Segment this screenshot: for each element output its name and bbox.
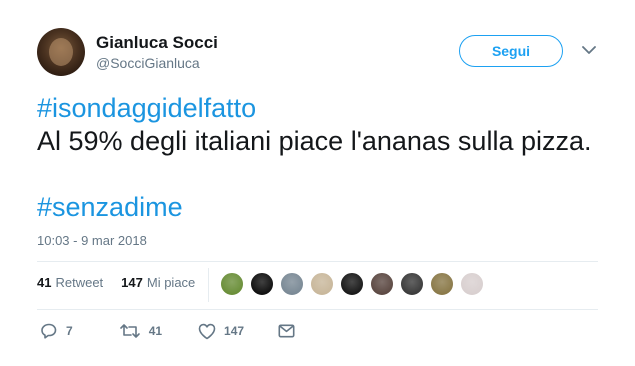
tweet-stats: 41 Retweet 147 Mi piace [37,275,195,290]
likers-list [220,272,484,296]
like-button[interactable]: 147 [198,323,244,340]
chevron-down-icon[interactable] [580,43,598,57]
retweet-icon [119,322,141,340]
user-avatar[interactable] [37,28,85,76]
follow-button[interactable]: Segui [459,35,563,67]
tweet-timestamp[interactable]: 10:03 - 9 mar 2018 [37,233,147,248]
user-display-name[interactable]: Gianluca Socci [96,33,218,53]
tweet-text: #isondaggidelfatto Al 59% degli italiani… [37,92,617,224]
like-stat-label[interactable]: Mi piace [147,275,195,290]
envelope-icon [278,324,295,338]
tweet-actions: 7 41 147 [40,322,295,340]
tweet-body: Al 59% degli italiani piace l'ananas sul… [37,126,592,156]
dark-avatar[interactable] [340,272,364,296]
dog-avatar[interactable] [310,272,334,296]
woman-avatar[interactable] [370,272,394,296]
reply-icon [40,322,58,340]
stats-separator [208,268,209,302]
heart-icon [198,323,216,340]
retweet-stat-label[interactable]: Retweet [55,275,103,290]
divider [37,261,598,262]
user-handle[interactable]: @SocciGianluca [96,55,200,71]
logo-avatar[interactable] [250,272,274,296]
retweet-action-count: 41 [148,324,163,338]
divider [37,309,598,310]
octopus-avatar[interactable] [460,272,484,296]
hashtag-link[interactable]: #senzadime [37,191,617,224]
face-avatar[interactable] [430,272,454,296]
flower-avatar[interactable] [220,272,244,296]
hashtag-link[interactable]: #isondaggidelfatto [37,92,617,125]
cat-avatar[interactable] [280,272,304,296]
like-action-count: 147 [224,324,245,338]
reply-count: 7 [66,324,73,338]
reply-button[interactable]: 7 [40,322,73,340]
direct-message-button[interactable] [278,324,295,338]
retweet-button[interactable]: 41 [119,322,162,340]
tweet-spacer [37,158,617,191]
retweet-count[interactable]: 41 [37,275,51,290]
man-avatar[interactable] [400,272,424,296]
like-count[interactable]: 147 [121,275,143,290]
